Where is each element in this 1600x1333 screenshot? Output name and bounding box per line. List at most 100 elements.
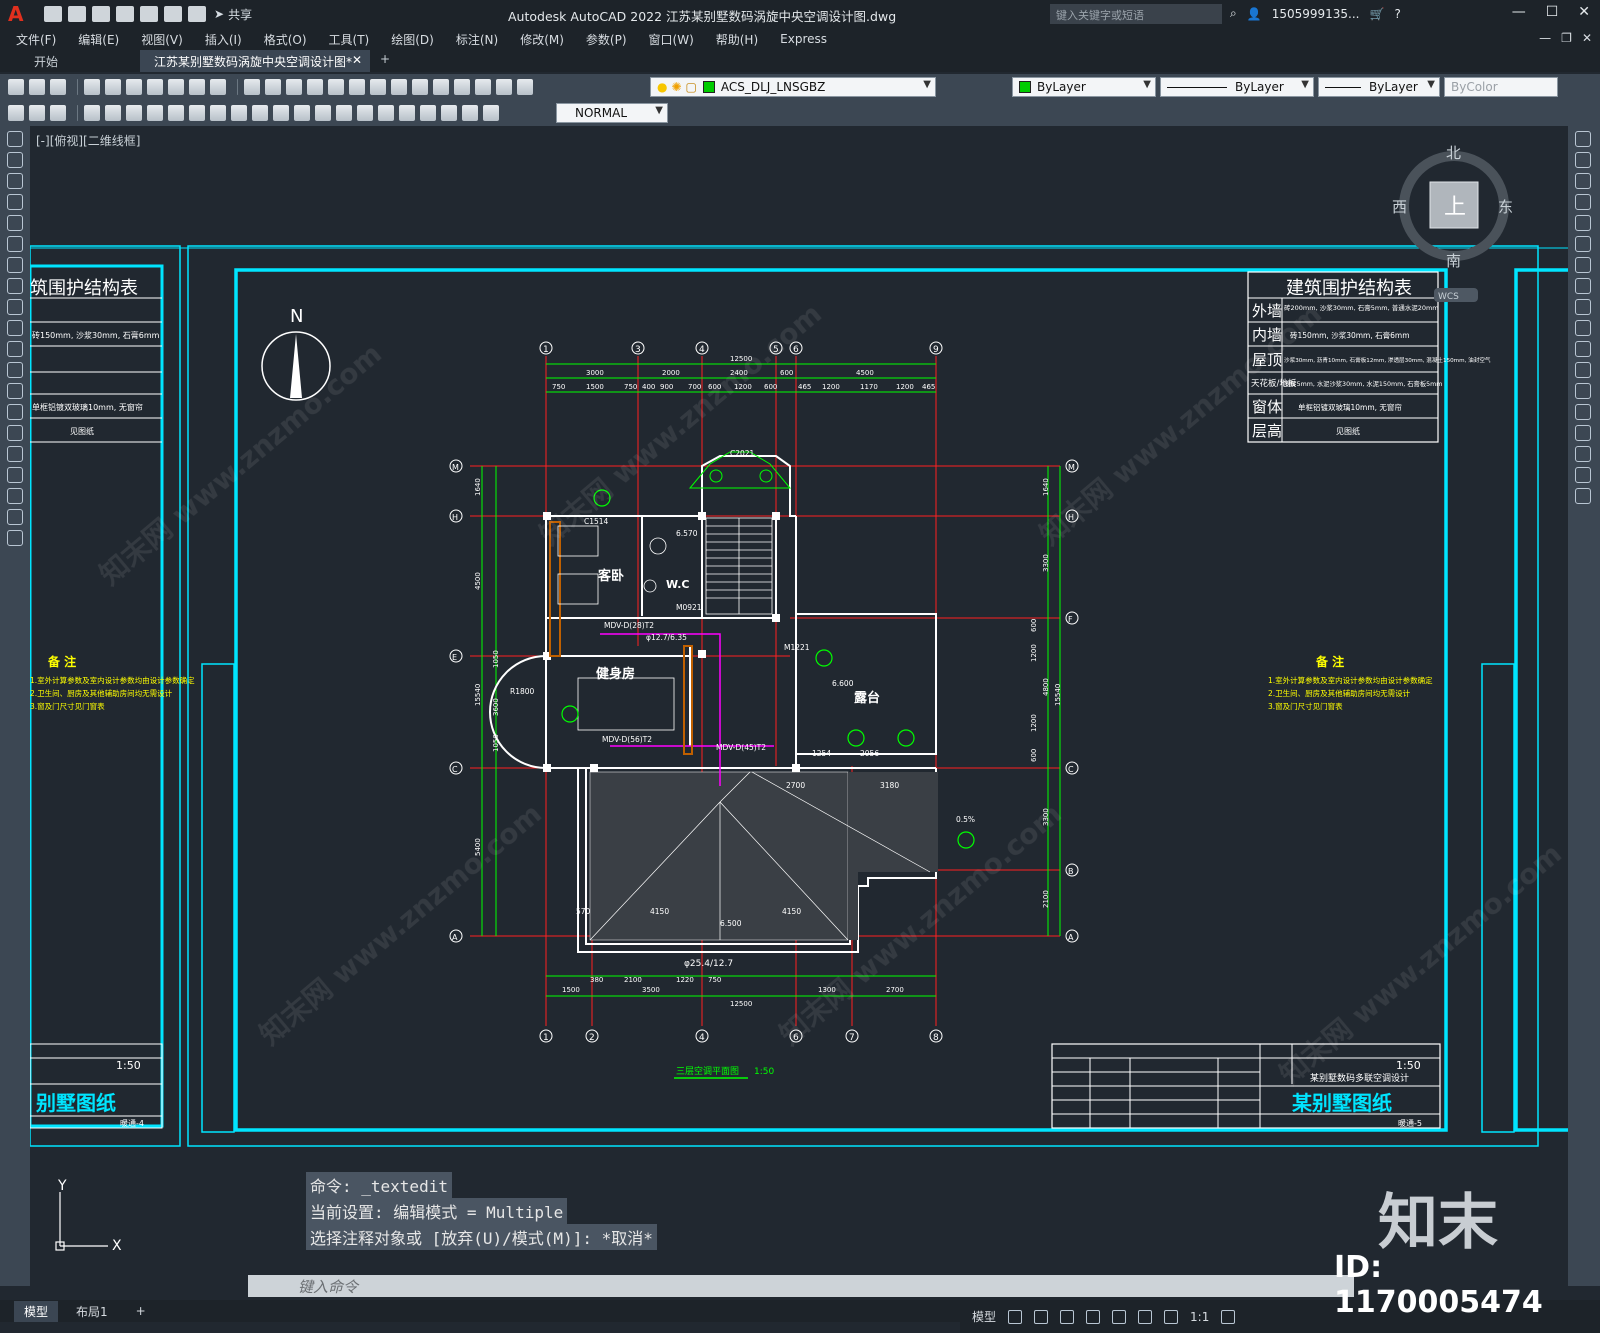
snap-icon[interactable] [1034, 1309, 1049, 1324]
markup-icon[interactable] [454, 79, 470, 95]
annotation-scale[interactable]: 1:1 [1190, 1310, 1209, 1324]
blend-icon[interactable] [1575, 467, 1591, 483]
stretch-icon[interactable] [1575, 299, 1591, 315]
diameter-icon[interactable] [210, 105, 226, 121]
join-icon[interactable] [1575, 404, 1591, 420]
spline-icon[interactable] [7, 299, 23, 315]
arc-icon[interactable] [7, 236, 23, 252]
layer-dropdown[interactable]: ● ✺ ▢ ACS_DLJ_LNSGBZ ▼ [650, 77, 936, 97]
tool-palettes-icon[interactable] [412, 79, 428, 95]
layer-icon[interactable] [50, 105, 66, 121]
search-icon[interactable]: ⌕ [1230, 6, 1237, 21]
view-cube-west[interactable]: 西 [1392, 198, 1407, 216]
drafting-icon[interactable] [8, 105, 24, 121]
erase-icon[interactable] [1575, 131, 1591, 147]
close-button[interactable]: ✕ [1578, 4, 1590, 20]
match-properties-icon[interactable] [210, 79, 226, 95]
lineweight-dropdown[interactable]: ByLayer ▼ [1318, 77, 1440, 97]
open-icon[interactable] [68, 6, 86, 22]
save-as-icon[interactable] [116, 6, 134, 22]
arc-length-icon[interactable] [126, 105, 142, 121]
fillet-icon[interactable] [1575, 446, 1591, 462]
redo-icon[interactable] [188, 6, 206, 22]
dim-space-icon[interactable] [315, 105, 331, 121]
print-preview-icon[interactable] [105, 79, 121, 95]
properties-icon[interactable] [370, 79, 386, 95]
add-layout-button[interactable]: + [126, 1302, 156, 1320]
menu-modify[interactable]: 修改(M) [520, 31, 564, 48]
pan-icon[interactable] [286, 79, 302, 95]
linetype-dropdown[interactable]: ByLayer ▼ [1160, 77, 1314, 97]
circle-icon[interactable] [7, 257, 23, 273]
autocad-logo-icon[interactable]: A [8, 3, 30, 25]
ellipse-icon[interactable] [7, 320, 23, 336]
dimstyle-dropdown[interactable]: NORMAL ▼ [556, 103, 668, 123]
viewport-controls[interactable]: [-][俯视][二维线框] [36, 132, 140, 149]
menu-insert[interactable]: 插入(I) [205, 31, 242, 48]
center-mark-icon[interactable] [378, 105, 394, 121]
line-icon[interactable] [7, 131, 23, 147]
menu-file[interactable]: 文件(F) [16, 31, 56, 48]
dim-break-icon[interactable] [336, 105, 352, 121]
annotate-icon[interactable] [29, 105, 45, 121]
explode-icon[interactable] [1575, 488, 1591, 504]
continue-icon[interactable] [294, 105, 310, 121]
user-name[interactable]: 1505999135... [1272, 7, 1360, 21]
scale-icon[interactable] [1575, 278, 1591, 294]
menu-window[interactable]: 窗口(W) [649, 31, 694, 48]
mtext-icon[interactable] [7, 509, 23, 525]
redo-tool-icon[interactable] [265, 79, 281, 95]
menu-draw[interactable]: 绘图(D) [391, 31, 434, 48]
revcloud-icon[interactable] [7, 278, 23, 294]
extend-icon[interactable] [1575, 341, 1591, 357]
make-block-icon[interactable] [7, 383, 23, 399]
rotate-icon[interactable] [1575, 257, 1591, 273]
tab-start[interactable]: 开始 [0, 50, 140, 72]
color-dropdown[interactable]: ByLayer ▼ [1012, 77, 1156, 97]
tab-model[interactable]: 模型 [14, 1300, 59, 1322]
help-icon[interactable]: ? [1394, 7, 1400, 21]
chamfer-icon[interactable] [1575, 425, 1591, 441]
mirror-icon[interactable] [1575, 173, 1591, 189]
plot-icon[interactable] [140, 6, 158, 22]
tab-layout1[interactable]: 布局1 [66, 1301, 118, 1322]
quick-dim-icon[interactable] [252, 105, 268, 121]
copy-icon[interactable] [168, 79, 184, 95]
ellipse-arc-icon[interactable] [7, 341, 23, 357]
aligned-dim-icon[interactable] [105, 105, 121, 121]
gear-icon[interactable] [1221, 1309, 1236, 1324]
print-icon[interactable] [84, 79, 100, 95]
maximize-button[interactable]: ☐ [1546, 4, 1559, 20]
array-icon[interactable] [1575, 215, 1591, 231]
construction-line-icon[interactable] [7, 152, 23, 168]
save-icon[interactable] [92, 6, 110, 22]
radius-icon[interactable] [168, 105, 184, 121]
new-icon[interactable] [44, 6, 62, 22]
point-icon[interactable] [7, 404, 23, 420]
paste-icon[interactable] [189, 79, 205, 95]
gradient-icon[interactable] [7, 446, 23, 462]
menu-help[interactable]: 帮助(H) [716, 31, 758, 48]
break-point-icon[interactable] [1575, 362, 1591, 378]
help-tool-icon[interactable] [496, 79, 512, 95]
layer-manager-icon[interactable] [517, 79, 533, 95]
undo-tool-icon[interactable] [244, 79, 260, 95]
plotstyle-dropdown[interactable]: ByColor [1444, 77, 1558, 97]
design-center-icon[interactable] [391, 79, 407, 95]
add-selected-icon[interactable] [7, 530, 23, 546]
undo-icon[interactable] [164, 6, 182, 22]
command-line[interactable]: 键入命令 [248, 1275, 1354, 1297]
insert-block-icon[interactable] [7, 362, 23, 378]
tab-drawing[interactable]: 江苏某别墅数码涡旋中央空调设计图* ✕ [140, 50, 370, 72]
menu-edit[interactable]: 编辑(E) [78, 31, 119, 48]
break-icon[interactable] [1575, 383, 1591, 399]
tab-close-icon[interactable]: ✕ [352, 53, 362, 72]
menu-format[interactable]: 格式(O) [264, 31, 307, 48]
command-input[interactable]: 键入命令 [298, 1276, 358, 1297]
publish-icon[interactable] [126, 79, 142, 95]
angular-icon[interactable] [231, 105, 247, 121]
trim-icon[interactable] [1575, 320, 1591, 336]
copy-object-icon[interactable] [1575, 152, 1591, 168]
ortho-icon[interactable] [1060, 1309, 1075, 1324]
qnew-icon[interactable] [8, 79, 24, 95]
